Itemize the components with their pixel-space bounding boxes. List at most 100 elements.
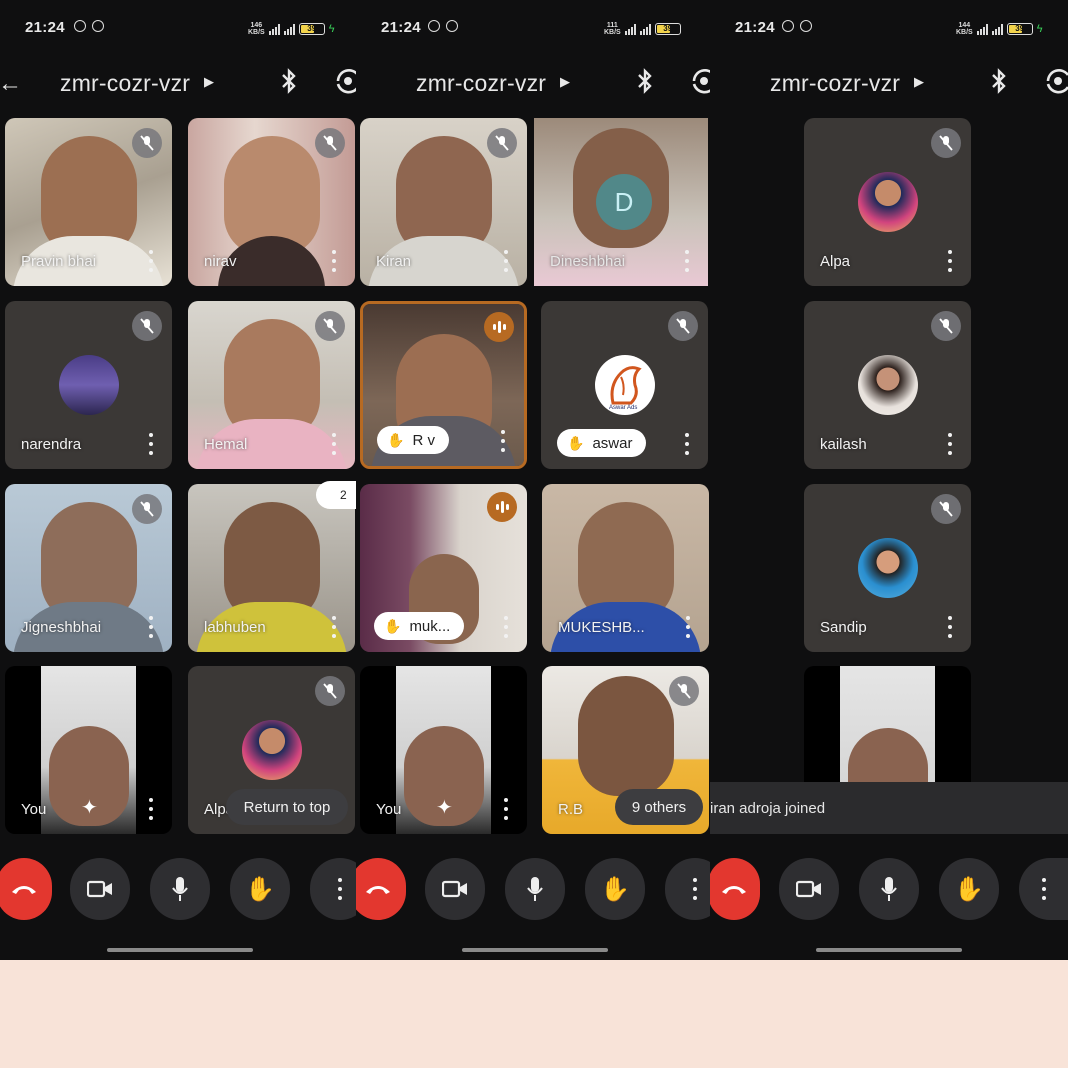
- more-options-button[interactable]: [310, 858, 356, 920]
- more-options-icon[interactable]: [503, 798, 509, 820]
- participant-tile[interactable]: labhuben: [188, 484, 355, 652]
- more-options-button[interactable]: [665, 858, 710, 920]
- participant-tile[interactable]: Hemal: [188, 301, 355, 469]
- sparkle-effects-icon[interactable]: ✦: [81, 795, 98, 820]
- charging-icon: ϟ: [328, 23, 335, 35]
- more-options-icon[interactable]: [684, 433, 690, 455]
- signal-icon: [268, 23, 280, 35]
- more-options-icon[interactable]: [684, 250, 690, 272]
- raise-hand-button[interactable]: ✋: [230, 858, 290, 920]
- hand-icon: ✋: [245, 875, 275, 903]
- sparkle-effects-icon[interactable]: ✦: [436, 795, 453, 820]
- more-options-icon[interactable]: [503, 250, 509, 272]
- others-button[interactable]: 9 others: [615, 789, 703, 825]
- more-options-icon[interactable]: [331, 616, 337, 638]
- more-options-icon[interactable]: [148, 250, 154, 272]
- camera-button[interactable]: [70, 858, 130, 920]
- participant-name: nirav: [204, 253, 237, 270]
- self-view-tile[interactable]: [804, 666, 971, 784]
- more-options-icon[interactable]: [685, 616, 691, 638]
- participant-tile[interactable]: MUKESHB...: [542, 484, 709, 652]
- bluetooth-icon[interactable]: [636, 68, 654, 100]
- end-call-button[interactable]: [0, 858, 52, 920]
- mic-off-icon: [931, 494, 961, 524]
- participant-tile[interactable]: Jigneshbhai: [5, 484, 172, 652]
- end-call-button[interactable]: [356, 858, 406, 920]
- participant-tile[interactable]: Sandip: [804, 484, 971, 652]
- switch-camera-icon[interactable]: [688, 66, 710, 96]
- raise-hand-button[interactable]: ✋: [585, 858, 645, 920]
- meeting-code[interactable]: zmr-cozr-vzr: [416, 70, 546, 97]
- return-to-top-button[interactable]: Return to top: [226, 789, 348, 825]
- participant-tile[interactable]: ✋ R v: [360, 301, 527, 469]
- more-options-icon[interactable]: [500, 430, 506, 452]
- home-indicator[interactable]: [816, 948, 962, 952]
- participant-tile[interactable]: narendra: [5, 301, 172, 469]
- switch-camera-icon[interactable]: [332, 66, 356, 96]
- meeting-code[interactable]: zmr-cozr-vzr: [770, 70, 900, 97]
- more-options-icon[interactable]: [148, 433, 154, 455]
- status-time: 21:24: [735, 19, 775, 36]
- raise-hand-button[interactable]: ✋: [939, 858, 999, 920]
- participant-initial: D: [596, 174, 652, 230]
- avatar-logo-text: Aswar Ads: [609, 405, 638, 411]
- participant-tile[interactable]: Aswar Ads ✋ aswar: [541, 301, 708, 469]
- more-options-button[interactable]: [1019, 858, 1068, 920]
- speaking-indicator-icon: [484, 312, 514, 342]
- hand-icon: ✋: [600, 875, 630, 903]
- meeting-code[interactable]: zmr-cozr-vzr: [60, 70, 190, 97]
- participant-avatar: [857, 538, 918, 598]
- caret-right-icon[interactable]: ▶: [560, 74, 570, 90]
- self-view-tile[interactable]: You ✦: [360, 666, 527, 834]
- participant-tile[interactable]: D Dineshbhai: [534, 118, 708, 286]
- battery-icon: 39: [298, 23, 325, 35]
- participant-tile[interactable]: kailash: [804, 301, 971, 469]
- phone-screen-1: 21:24 146 KB/S 39 ϟ ← zmr-cozr-vzr ▶ Prav…: [0, 0, 356, 960]
- hand-icon: ✋: [384, 617, 402, 634]
- more-options-icon[interactable]: [947, 250, 953, 272]
- participant-tile[interactable]: Kiran: [360, 118, 527, 286]
- net-speed: 111 KB/S: [604, 22, 621, 36]
- caret-right-icon[interactable]: ▶: [204, 74, 214, 90]
- microphone-button[interactable]: [150, 858, 210, 920]
- more-options-icon[interactable]: [331, 433, 337, 455]
- microphone-button[interactable]: [505, 858, 565, 920]
- self-view-tile[interactable]: You ✦: [5, 666, 172, 834]
- notification-icon: [446, 20, 458, 32]
- camera-button[interactable]: [425, 858, 485, 920]
- more-options-icon: [337, 878, 343, 900]
- home-indicator[interactable]: [107, 948, 253, 952]
- end-call-button[interactable]: [710, 858, 760, 920]
- hand-icon: ✋: [387, 431, 405, 448]
- home-indicator[interactable]: [462, 948, 608, 952]
- more-options-icon[interactable]: [148, 616, 154, 638]
- caret-right-icon[interactable]: ▶: [914, 74, 924, 90]
- more-options-icon: [1041, 878, 1047, 900]
- bluetooth-icon[interactable]: [280, 68, 298, 100]
- participant-tile[interactable]: nirav: [188, 118, 355, 286]
- status-bar: 21:24 146 KB/S 39 ϟ: [0, 0, 356, 58]
- hand-icon: ✋: [954, 875, 984, 903]
- mic-off-icon: [132, 311, 162, 341]
- more-options-icon[interactable]: [503, 616, 509, 638]
- more-options-icon[interactable]: [947, 616, 953, 638]
- participant-tile[interactable]: ✋ muk...: [360, 484, 527, 652]
- raised-hand-count-badge[interactable]: 2: [316, 481, 356, 509]
- more-options-icon[interactable]: [947, 433, 953, 455]
- battery-icon: 39: [654, 23, 681, 35]
- participant-tile[interactable]: Pravin bhai: [5, 118, 172, 286]
- notification-icon: [782, 20, 794, 32]
- more-options-icon[interactable]: [331, 250, 337, 272]
- microphone-button[interactable]: [859, 858, 919, 920]
- app-bar: zmr-cozr-vzr ▶: [710, 60, 1068, 106]
- participant-name: Dineshbhai: [550, 253, 626, 270]
- more-options-icon[interactable]: [148, 798, 154, 820]
- camera-button[interactable]: [779, 858, 839, 920]
- switch-camera-icon[interactable]: [1042, 66, 1068, 96]
- participant-video: [577, 676, 674, 796]
- net-speed: 144 KB/S: [956, 22, 973, 36]
- participant-tile[interactable]: Alpa: [804, 118, 971, 286]
- back-arrow-icon[interactable]: ←: [0, 70, 22, 98]
- participant-name: kailash: [820, 436, 867, 453]
- bluetooth-icon[interactable]: [990, 68, 1008, 100]
